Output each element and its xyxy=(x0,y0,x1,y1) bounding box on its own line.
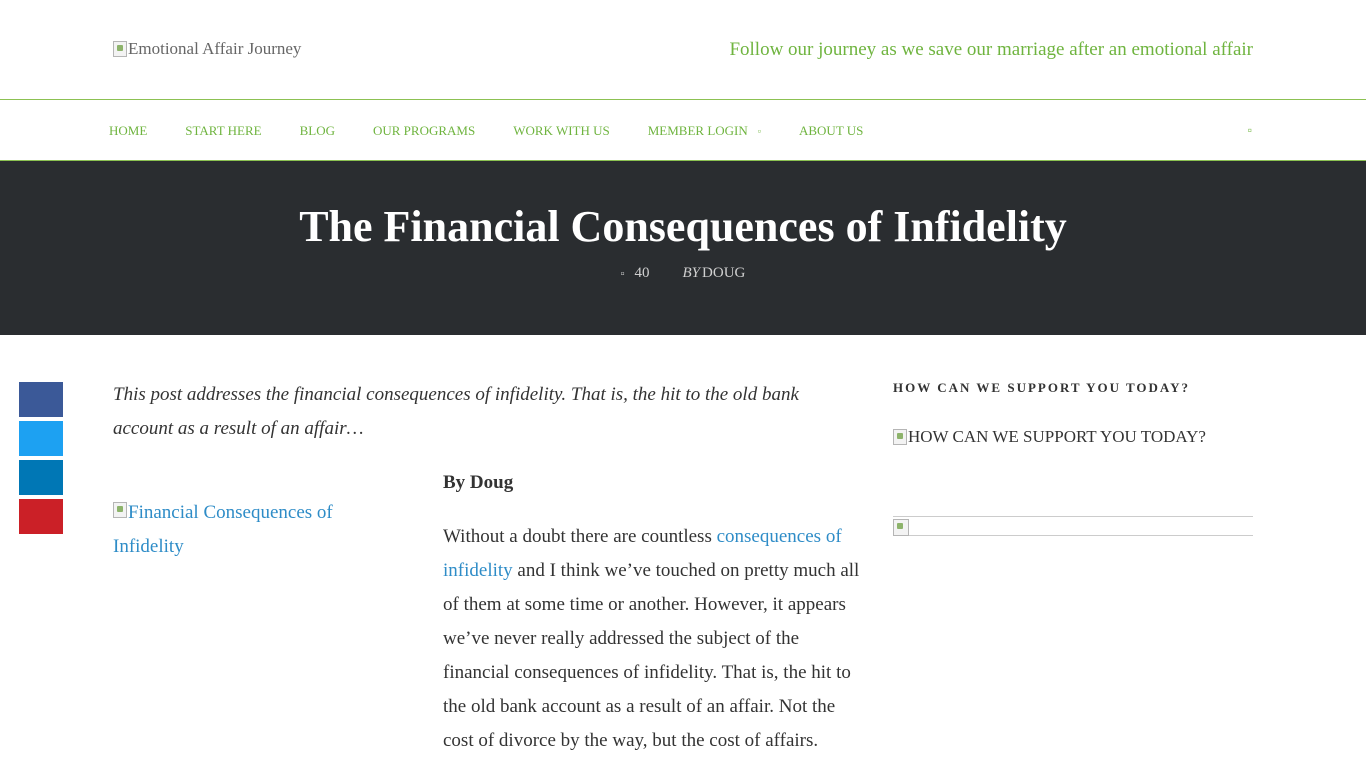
body-text-rest: and I think we’ve touched on pretty much… xyxy=(443,560,860,751)
facebook-share-button[interactable] xyxy=(19,382,63,417)
author-link[interactable]: DOUG xyxy=(702,265,745,282)
nav-item-home[interactable]: HOME xyxy=(109,123,147,139)
post-hero: The Financial Consequences of Infidelity… xyxy=(0,161,1366,335)
comment-count-link[interactable]: 40 xyxy=(635,265,650,282)
search-icon[interactable]: ▫ xyxy=(1248,123,1252,138)
post-byline: By Doug xyxy=(443,472,514,493)
featured-image-link[interactable]: Financial Consequences of Infidelity xyxy=(113,496,373,564)
nav-item-about-us[interactable]: ABOUT US xyxy=(799,123,863,139)
chevron-down-icon: ▫ xyxy=(757,126,761,136)
site-logo-alt-text: Emotional Affair Journey xyxy=(128,39,302,58)
nav-item-member-login-label: MEMBER LOGIN xyxy=(647,123,748,138)
nav-item-work-with-us[interactable]: WORK WITH US xyxy=(513,123,610,139)
post-intro: This post addresses the financial conseq… xyxy=(113,384,799,439)
site-header: Emotional Affair Journey Follow our jour… xyxy=(0,0,1366,100)
nav-item-our-programs[interactable]: OUR PROGRAMS xyxy=(373,123,475,139)
site-logo[interactable]: Emotional Affair Journey xyxy=(113,39,301,59)
support-image-alt-text: HOW CAN WE SUPPORT YOU TODAY? xyxy=(908,427,1206,446)
pinterest-share-button[interactable] xyxy=(19,499,63,534)
comment-icon[interactable]: ▫ xyxy=(621,268,625,280)
main-navigation: HOME START HERE BLOG OUR PROGRAMS WORK W… xyxy=(0,101,1366,161)
nav-item-member-login[interactable]: MEMBER LOGIN ▫ xyxy=(648,123,761,139)
support-image-link[interactable]: HOW CAN WE SUPPORT YOU TODAY? xyxy=(893,427,1206,447)
twitter-share-button[interactable] xyxy=(19,421,63,456)
nav-menu: HOME START HERE BLOG OUR PROGRAMS WORK W… xyxy=(109,101,901,161)
nav-item-blog[interactable]: BLOG xyxy=(300,123,335,139)
post-meta: ▫ 40 BY DOUG xyxy=(0,265,1366,282)
linkedin-share-button[interactable] xyxy=(19,460,63,495)
sidebar-widget-title: HOW CAN WE SUPPORT YOU TODAY? xyxy=(893,380,1191,395)
body-text-start: Without a doubt there are countless xyxy=(443,526,717,547)
featured-image-alt-text: Financial Consequences of Infidelity xyxy=(113,502,333,557)
sidebar-image-box xyxy=(893,516,1253,536)
broken-image-icon xyxy=(893,429,907,445)
social-share-bar xyxy=(19,382,63,538)
by-label: BY xyxy=(682,265,701,281)
broken-image-icon xyxy=(113,502,127,518)
broken-image-icon xyxy=(893,519,909,536)
site-tagline: Follow our journey as we save our marria… xyxy=(729,39,1253,60)
broken-image-icon xyxy=(113,41,127,57)
post-title: The Financial Consequences of Infidelity xyxy=(299,202,1067,251)
nav-item-start-here[interactable]: START HERE xyxy=(185,123,261,139)
post-body-paragraph: Without a doubt there are countless cons… xyxy=(443,520,868,758)
